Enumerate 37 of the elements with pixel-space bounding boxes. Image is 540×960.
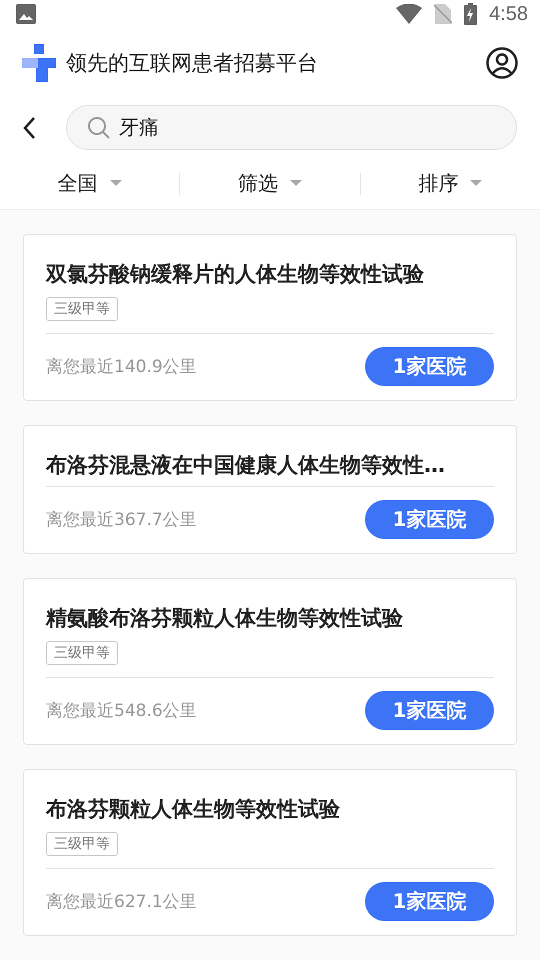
trial-title: 布洛芬混悬液在中国健康人体生物等效性…	[46, 452, 446, 479]
distance-text: 离您最近140.9公里	[46, 356, 197, 378]
trial-title: 精氨酸布洛芬颗粒人体生物等效性试验	[46, 605, 404, 632]
logo-icon	[22, 44, 56, 82]
back-icon[interactable]	[22, 116, 36, 140]
trial-card[interactable]: 布洛芬颗粒人体生物等效性试验 三级甲等 离您最近627.1公里 1家医院	[23, 769, 517, 936]
distance-text: 离您最近627.1公里	[46, 891, 197, 913]
trial-card[interactable]: 双氯芬酸钠缓释片的人体生物等效性试验 三级甲等 离您最近140.9公里 1家医院	[23, 234, 517, 401]
filter-dropdown[interactable]: 筛选	[238, 170, 302, 198]
trial-card[interactable]: 精氨酸布洛芬颗粒人体生物等效性试验 三级甲等 离您最近548.6公里 1家医院	[23, 578, 517, 745]
status-time: 4:58	[489, 2, 528, 26]
hospital-level-tag: 三级甲等	[46, 832, 118, 856]
image-icon	[16, 4, 36, 24]
hospital-count-button[interactable]: 1家医院	[365, 500, 494, 539]
search-icon	[87, 116, 111, 140]
hospital-level-tag: 三级甲等	[46, 297, 118, 321]
app-title: 领先的互联网患者招募平台	[66, 50, 319, 78]
caret-icon	[290, 180, 302, 188]
search-field[interactable]: 牙痛	[66, 105, 517, 150]
distance-text: 离您最近548.6公里	[46, 700, 197, 722]
no-sim-icon	[434, 4, 452, 24]
caret-icon	[110, 180, 122, 188]
trial-title: 双氯芬酸钠缓释片的人体生物等效性试验	[46, 261, 425, 288]
battery-icon	[464, 3, 478, 26]
user-icon[interactable]	[486, 47, 518, 80]
hospital-count-button[interactable]: 1家医院	[365, 691, 494, 730]
hospital-count-button[interactable]: 1家医院	[365, 882, 494, 921]
filter-dropdown[interactable]: 排序	[418, 170, 482, 198]
hospital-count-button[interactable]: 1家医院	[365, 347, 494, 386]
trial-title: 布洛芬颗粒人体生物等效性试验	[46, 796, 341, 823]
filter-dropdown[interactable]: 全国	[58, 170, 122, 198]
search-query: 牙痛	[119, 114, 159, 142]
caret-icon	[470, 180, 482, 188]
hospital-level-tag: 三级甲等	[46, 641, 118, 665]
distance-text: 离您最近367.7公里	[46, 509, 197, 531]
trial-card[interactable]: 布洛芬混悬液在中国健康人体生物等效性… 离您最近367.7公里 1家医院	[23, 425, 517, 554]
wifi-icon	[396, 4, 422, 24]
